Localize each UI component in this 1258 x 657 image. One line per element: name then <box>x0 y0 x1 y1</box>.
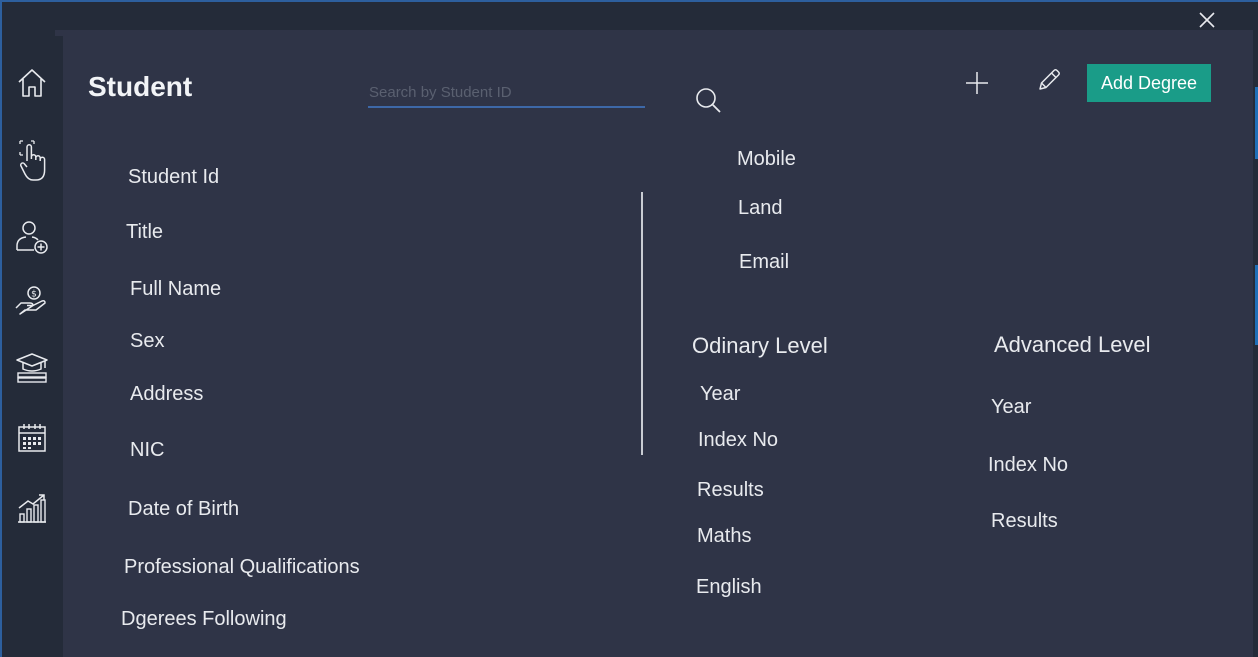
chart-icon <box>18 494 46 523</box>
close-icon <box>1199 12 1215 28</box>
plus-icon <box>966 72 988 94</box>
mobile-label: Mobile <box>737 148 796 170</box>
home-icon <box>18 69 46 97</box>
edit-button[interactable] <box>1035 66 1063 94</box>
full-name-label: Full Name <box>130 278 222 300</box>
dob-label: Date of Birth <box>128 498 240 520</box>
sidebar-item-home[interactable] <box>14 65 50 101</box>
search-button[interactable] <box>693 86 723 116</box>
ol-maths-label: Maths <box>697 525 752 547</box>
al-index-no-label: Index No <box>988 454 1069 476</box>
ol-year-label: Year <box>700 383 741 405</box>
student-id-label: Student Id <box>128 166 220 188</box>
ol-english-label: English <box>696 576 762 598</box>
degrees-following-label: Dgerees Following <box>121 608 287 630</box>
ol-index-no-label: Index No <box>698 429 779 451</box>
ol-results-label: Results <box>697 479 764 501</box>
add-user-icon <box>16 221 48 254</box>
ordinary-level-heading: Odinary Level <box>692 333 828 358</box>
graduation-icon <box>16 353 48 383</box>
add-button[interactable] <box>962 68 992 98</box>
svg-text:$: $ <box>31 290 37 300</box>
section-divider <box>641 192 643 455</box>
sidebar-item-add-user[interactable] <box>14 218 50 254</box>
pencil-icon <box>1039 69 1060 90</box>
email-label: Email <box>739 251 790 273</box>
search-input[interactable] <box>368 78 645 108</box>
land-label: Land <box>738 197 783 219</box>
touch-icon <box>19 140 46 181</box>
title-label: Title <box>126 221 164 243</box>
search-icon <box>696 88 721 113</box>
sidebar-item-reports[interactable] <box>14 490 50 526</box>
sidebar-item-calendar[interactable] <box>14 420 50 456</box>
close-button[interactable] <box>1195 8 1219 32</box>
title-bar <box>2 2 1258 30</box>
calendar-icon <box>18 424 46 452</box>
sex-label: Sex <box>130 330 165 352</box>
al-results-label: Results <box>991 510 1058 532</box>
sidebar-item-degrees[interactable] <box>14 350 50 386</box>
professional-qualifications-label: Professional Qualifications <box>124 556 360 578</box>
advanced-level-heading: Advanced Level <box>994 332 1151 357</box>
page-title: Student <box>88 71 193 102</box>
sidebar-item-touch[interactable] <box>14 136 50 184</box>
sidebar-item-payments[interactable]: $ <box>14 284 50 320</box>
sidebar: $ <box>2 30 63 657</box>
money-hand-icon: $ <box>15 286 46 315</box>
add-degree-button[interactable]: Add Degree <box>1087 64 1211 102</box>
address-label: Address <box>130 383 204 405</box>
al-year-label: Year <box>991 396 1032 418</box>
nic-label: NIC <box>130 439 165 461</box>
